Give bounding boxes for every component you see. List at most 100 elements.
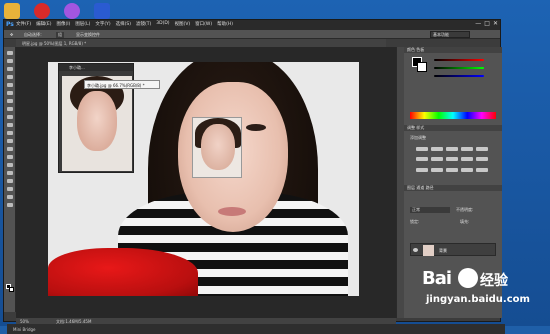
menu-image[interactable]: 图像(I)	[56, 21, 70, 27]
vibrance-icon[interactable]	[476, 147, 488, 151]
invert-icon[interactable]	[416, 167, 428, 172]
app-icon[interactable]	[64, 3, 80, 19]
blend-mode-dropdown[interactable]: 正常	[410, 207, 450, 213]
qq-icon[interactable]	[34, 3, 50, 19]
gradient-tool[interactable]	[6, 139, 13, 143]
gradient-map-icon[interactable]	[461, 167, 473, 172]
styles-tab[interactable]: 样式	[416, 125, 424, 130]
right-eye	[246, 124, 266, 131]
eye-icon[interactable]	[413, 248, 418, 252]
menu-help[interactable]: 帮助(H)	[217, 21, 233, 27]
folder-icon[interactable]	[4, 3, 20, 19]
path-select-tool[interactable]	[6, 179, 13, 183]
floating-window-title: 李小璐...	[69, 65, 85, 70]
brush-tool[interactable]	[6, 107, 13, 111]
baidu-watermark: Bai 经验 jingyan.baidu.com	[422, 268, 546, 312]
floating-image[interactable]	[62, 76, 132, 171]
layer-dropdown[interactable]: 组	[56, 32, 64, 38]
minimize-button[interactable]: —	[475, 20, 481, 27]
history-brush-tool[interactable]	[6, 123, 13, 127]
menu-window[interactable]: 窗口(W)	[195, 21, 212, 27]
dodge-tool[interactable]	[6, 155, 13, 159]
channel-mixer-icon[interactable]	[476, 157, 488, 162]
menu-items: 文件(F) 编辑(E) 图像(I) 图层(L) 文字(Y) 选择(S) 滤镜(T…	[16, 21, 233, 27]
swatches-tab[interactable]: 色板	[416, 47, 424, 52]
color-spectrum[interactable]	[410, 112, 496, 119]
green-slider[interactable]	[434, 67, 484, 69]
type-tool[interactable]	[6, 171, 13, 175]
crop-tool[interactable]	[6, 83, 13, 87]
menu-file[interactable]: 文件(F)	[16, 21, 31, 27]
layers-panel-header: 图层 通道 路径	[404, 185, 502, 191]
brightness-icon[interactable]	[416, 147, 428, 151]
maximize-button[interactable]: □	[484, 20, 490, 27]
menu-select[interactable]: 选择(S)	[116, 21, 131, 27]
menu-type[interactable]: 文字(Y)	[95, 21, 110, 27]
menu-filter[interactable]: 滤镜(T)	[136, 21, 151, 27]
layer-name[interactable]: 背景	[439, 248, 447, 254]
color-balance-icon[interactable]	[431, 157, 443, 162]
zoom-tool[interactable]	[6, 203, 13, 207]
eraser-tool[interactable]	[6, 131, 13, 135]
menu-edit[interactable]: 编辑(E)	[36, 21, 51, 27]
curves-icon[interactable]	[446, 147, 458, 151]
fill-label: 填充:	[460, 219, 470, 224]
add-adjustment-label: 添加调整	[410, 135, 426, 140]
levels-icon[interactable]	[431, 147, 443, 151]
selective-color-icon[interactable]	[476, 167, 488, 172]
red-slider[interactable]	[434, 59, 484, 61]
hue-icon[interactable]	[416, 157, 428, 162]
move-tool-icon: ✥	[10, 32, 14, 37]
threshold-icon[interactable]	[446, 167, 458, 172]
show-transform-checkbox[interactable]: 显示变换控件	[76, 32, 100, 38]
bw-icon[interactable]	[446, 157, 458, 162]
menu-layer[interactable]: 图层(L)	[75, 21, 90, 27]
lasso-tool[interactable]	[6, 67, 13, 71]
background-color-swatch[interactable]	[9, 287, 14, 292]
pasted-face-layer[interactable]	[192, 117, 242, 178]
close-button[interactable]: ✕	[493, 20, 498, 27]
layer-row[interactable]: 背景	[410, 243, 496, 256]
pasted-face	[201, 124, 235, 170]
adjustments-panel-header: 调整 样式	[404, 125, 502, 131]
floating-window-titlebar[interactable]: 李小璐...	[59, 64, 133, 71]
menu-bar: Ps 文件(F) 编辑(E) 图像(I) 图层(L) 文字(Y) 选择(S) 滤…	[4, 20, 500, 30]
channels-tab[interactable]: 通道	[416, 185, 424, 190]
adjustments-tab[interactable]: 调整	[407, 125, 415, 130]
red-cloth	[48, 248, 198, 296]
eyedropper-tool[interactable]	[6, 91, 13, 95]
word-icon[interactable]	[94, 3, 110, 19]
shape-tool[interactable]	[6, 187, 13, 191]
tools-panel	[4, 47, 16, 312]
document-tab[interactable]: 明星.jpg @ 50%(图层 1, RGB/8) *	[22, 41, 86, 47]
workspace-dropdown[interactable]: 基本功能	[430, 31, 470, 38]
mini-bridge-tab[interactable]: Mini Bridge	[13, 327, 36, 332]
lock-label: 锁定:	[410, 219, 420, 224]
menu-3d[interactable]: 3D(D)	[156, 21, 169, 27]
posterize-icon[interactable]	[431, 167, 443, 172]
exposure-icon[interactable]	[461, 147, 473, 151]
watermark-brand: Bai	[422, 268, 452, 289]
hand-tool[interactable]	[6, 195, 13, 199]
paw-icon	[458, 268, 478, 288]
document-tooltip: 李小璐.jpg @ 66.7%(RGB/8) *	[84, 80, 160, 89]
color-background-swatch[interactable]	[417, 62, 427, 72]
color-tab[interactable]: 颜色	[407, 47, 415, 52]
paths-tab[interactable]: 路径	[426, 185, 434, 190]
document-tab-bar: 明星.jpg @ 50%(图层 1, RGB/8) *	[16, 39, 386, 47]
marquee-tool[interactable]	[6, 59, 13, 63]
menu-view[interactable]: 视图(V)	[175, 21, 191, 27]
auto-select-checkbox-label[interactable]: 自动选择：	[24, 32, 44, 38]
opacity-label: 不透明度:	[456, 207, 474, 212]
window-controls: — □ ✕	[475, 20, 498, 27]
collapsed-panel-strip[interactable]	[396, 47, 404, 318]
photo-filter-icon[interactable]	[461, 157, 473, 162]
blur-tool[interactable]	[6, 147, 13, 151]
healing-tool[interactable]	[6, 99, 13, 103]
pen-tool[interactable]	[6, 163, 13, 167]
layers-tab[interactable]: 图层	[407, 185, 415, 190]
clone-stamp-tool[interactable]	[6, 115, 13, 119]
move-tool[interactable]	[6, 51, 13, 55]
quick-select-tool[interactable]	[6, 75, 13, 79]
blue-slider[interactable]	[434, 75, 484, 77]
